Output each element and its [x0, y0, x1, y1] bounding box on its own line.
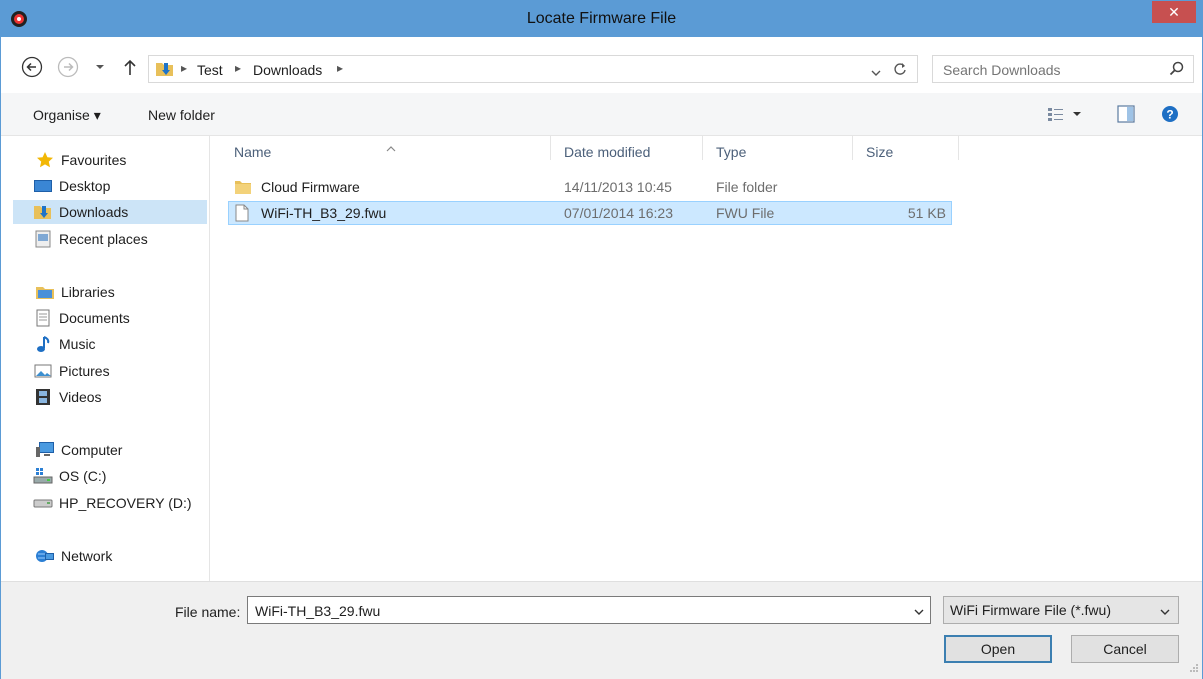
column-date-modified[interactable]: Date modified [564, 144, 650, 160]
up-arrow-icon [124, 59, 136, 75]
open-button[interactable]: Open [944, 635, 1052, 663]
downloads-folder-icon [155, 60, 175, 81]
search-icon[interactable] [1169, 61, 1185, 80]
help-icon: ? [1162, 106, 1178, 122]
file-name-input[interactable] [253, 602, 897, 620]
chevron-down-icon[interactable] [1160, 603, 1170, 619]
help-button[interactable]: ? [1161, 105, 1179, 126]
pictures-icon [33, 362, 53, 380]
address-dropdown[interactable] [871, 64, 881, 80]
file-name-combobox[interactable] [247, 596, 931, 624]
nav-downloads[interactable]: Downloads [13, 200, 207, 224]
nav-documents[interactable]: Documents [13, 306, 207, 330]
network-icon [35, 547, 55, 565]
nav-pictures[interactable]: Pictures [13, 359, 207, 383]
column-type[interactable]: Type [716, 144, 746, 160]
nav-music[interactable]: Music [13, 332, 207, 356]
nav-libraries[interactable]: Libraries [13, 280, 207, 304]
file-dialog: Locate Firmware File ✕ ▸ Test ▸ Download… [0, 0, 1203, 679]
downloads-folder-icon [33, 203, 53, 221]
window-title: Locate Firmware File [526, 10, 677, 27]
refresh-button[interactable] [893, 61, 907, 80]
cancel-button[interactable]: Cancel [1071, 635, 1179, 663]
music-icon [33, 335, 53, 353]
view-options-icon [1048, 108, 1081, 121]
back-arrow-icon [21, 56, 43, 78]
system-drive-icon [33, 467, 53, 485]
table-row-selected[interactable]: WiFi-TH_B3_29.fwu 07/01/2014 16:23 FWU F… [228, 201, 952, 225]
navigation-pane: Favourites Desktop Downloads Recent plac… [1, 136, 210, 581]
column-size[interactable]: Size [866, 144, 893, 160]
nav-videos[interactable]: Videos [13, 385, 207, 409]
chevron-down-icon[interactable] [914, 603, 924, 619]
star-icon [35, 151, 55, 169]
preview-pane-button[interactable] [1117, 105, 1135, 126]
change-view-button[interactable] [1047, 106, 1091, 125]
svg-text:?: ? [1166, 108, 1173, 122]
sort-ascending-icon [386, 139, 396, 155]
file-type-select[interactable]: WiFi Firmware File (*.fwu) [943, 596, 1179, 624]
preview-pane-icon [1117, 105, 1135, 123]
resize-grip-icon[interactable] [1189, 660, 1199, 676]
desktop-icon [33, 177, 53, 195]
chevron-down-icon [871, 70, 881, 76]
drive-icon [33, 494, 53, 512]
nav-os-drive[interactable]: OS (C:) [13, 464, 207, 488]
table-row[interactable]: Cloud Firmware 14/11/2013 10:45 File fol… [228, 175, 952, 199]
address-bar[interactable]: ▸ Test ▸ Downloads ▸ [148, 55, 918, 83]
nav-recovery-drive[interactable]: HP_RECOVERY (D:) [13, 491, 207, 515]
close-button[interactable]: ✕ [1152, 1, 1196, 23]
videos-icon [33, 388, 53, 406]
nav-computer[interactable]: Computer [13, 438, 207, 462]
forward-arrow-icon [57, 56, 79, 78]
nav-network[interactable]: Network [13, 544, 207, 568]
nav-desktop[interactable]: Desktop [13, 174, 207, 198]
documents-icon [33, 309, 53, 327]
file-icon [234, 204, 250, 225]
breadcrumb-test[interactable]: Test [197, 62, 223, 78]
recent-places-icon [33, 230, 53, 248]
file-name-label: File name: [175, 604, 241, 620]
search-input[interactable] [941, 60, 1155, 80]
nav-favourites[interactable]: Favourites [13, 148, 207, 172]
back-button[interactable] [21, 56, 43, 78]
file-list: Name Date modified Type Size Cloud Firmw… [210, 136, 1202, 581]
refresh-icon [894, 63, 906, 75]
folder-icon [234, 178, 252, 199]
organise-button[interactable]: Organise ▾ [33, 107, 101, 124]
nav-recent-places[interactable]: Recent places [13, 227, 207, 251]
new-folder-button[interactable]: New folder [148, 107, 215, 123]
up-button[interactable] [119, 56, 141, 78]
title-bar: Locate Firmware File ✕ [1, 1, 1202, 37]
search-box[interactable] [932, 55, 1194, 83]
command-bar: Organise ▾ New folder ? [1, 93, 1202, 136]
dialog-footer: File name: WiFi Firmware File (*.fwu) Op… [1, 581, 1202, 679]
computer-icon [35, 441, 55, 459]
forward-button[interactable] [57, 56, 79, 78]
chevron-down-icon [96, 65, 104, 69]
libraries-icon [35, 283, 55, 301]
address-row: ▸ Test ▸ Downloads ▸ [1, 38, 1202, 92]
breadcrumb-downloads[interactable]: Downloads [253, 62, 322, 78]
recent-locations-dropdown[interactable] [93, 56, 107, 78]
column-name[interactable]: Name [234, 144, 271, 160]
